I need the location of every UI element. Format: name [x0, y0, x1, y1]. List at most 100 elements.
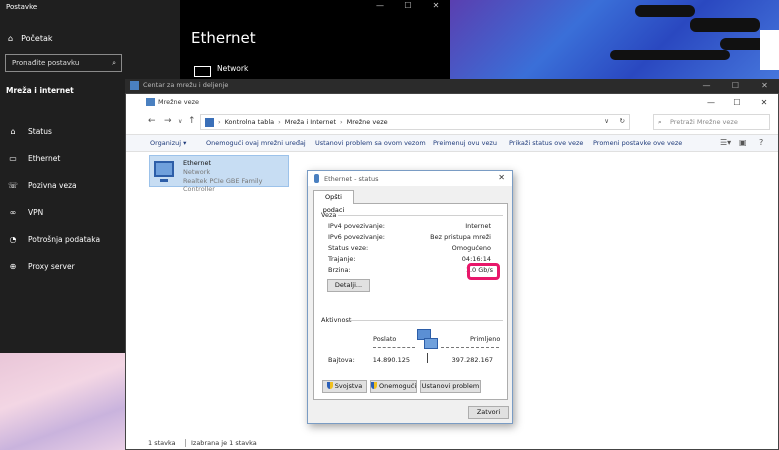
- properties-button[interactable]: Svojstva: [322, 380, 367, 393]
- breadcrumb-item[interactable]: Mrežne veze: [347, 118, 388, 126]
- shield-icon: [326, 382, 333, 389]
- ipv6-label: IPv6 povezivanje:: [328, 233, 385, 241]
- maximize-button[interactable]: ☐: [394, 0, 422, 12]
- minimize-button[interactable]: —: [366, 0, 394, 12]
- preview-pane-icon[interactable]: ▣: [739, 138, 747, 147]
- redaction-scribble: [635, 5, 695, 17]
- ethernet-adapter-item[interactable]: Ethernet Network Realtek PCIe GBE Family…: [149, 155, 289, 193]
- network-center-window: Centar za mrežu i deljenje — ☐ ✕: [125, 79, 779, 93]
- close-button[interactable]: Zatvori: [468, 406, 509, 419]
- breadcrumb-item[interactable]: Mreža i Internet: [285, 118, 336, 126]
- ethernet-plug-icon: [314, 174, 319, 183]
- divider: [338, 215, 503, 216]
- divider: [350, 320, 503, 321]
- sidebar-item-label: Ethernet: [28, 154, 61, 163]
- organize-button[interactable]: Organizuj ▾: [150, 139, 186, 147]
- chevron-down-icon[interactable]: ∨: [178, 118, 182, 125]
- globe-icon: ⊕: [9, 262, 17, 271]
- details-button[interactable]: Detalji...: [327, 279, 370, 292]
- item-count: 1 stavka: [148, 439, 176, 447]
- sidebar-item-vpn[interactable]: ∞ VPN: [8, 199, 100, 226]
- data-usage-icon: ◔: [9, 235, 17, 244]
- chevron-right-icon: ›: [278, 118, 281, 126]
- settings-search-input[interactable]: Pronađite postavku ⌕: [5, 54, 122, 72]
- button-label: Svojstva: [334, 382, 363, 390]
- disable-device-button[interactable]: Onemogući ovaj mrežni uređaj: [206, 139, 306, 147]
- chevron-down-icon[interactable]: ∨: [604, 117, 609, 125]
- close-button[interactable]: ✕: [750, 79, 779, 93]
- ethernet-settings-window: — ☐ ✕ Ethernet Network: [180, 0, 450, 80]
- help-icon[interactable]: ?: [759, 138, 763, 147]
- search-icon: ⌕: [112, 59, 116, 67]
- search-placeholder: Pronađite postavku: [12, 59, 80, 67]
- breadcrumb-item[interactable]: Kontrolna tabla: [225, 118, 275, 126]
- sidebar-item-label: Proxy server: [28, 262, 75, 271]
- minimize-button[interactable]: —: [692, 79, 721, 93]
- maximize-button[interactable]: ☐: [721, 79, 750, 93]
- command-bar: Organizuj ▾ Onemogući ovaj mrežni uređaj…: [126, 134, 778, 152]
- received-label: Primljeno: [470, 335, 501, 343]
- shield-icon: [371, 382, 377, 389]
- network-item[interactable]: Network: [194, 64, 248, 77]
- button-label: Onemogući: [379, 382, 417, 390]
- window-caption-buttons: — ☐ ✕: [366, 0, 450, 12]
- close-button[interactable]: ✕: [750, 94, 778, 111]
- up-arrow-icon[interactable]: ↑: [188, 116, 196, 126]
- sidebar-item-label: Potrošnja podataka: [28, 235, 101, 244]
- vpn-icon: ∞: [9, 208, 17, 217]
- ethernet-icon: ▭: [9, 154, 17, 163]
- minimize-button[interactable]: —: [698, 94, 724, 111]
- rename-button[interactable]: Preimenuj ovu vezu: [433, 139, 497, 147]
- monitor-icon: [194, 66, 211, 77]
- network-adapter-icon: [154, 161, 174, 182]
- sidebar-item-ethernet[interactable]: ▭ Ethernet: [8, 145, 100, 172]
- desktop-icon: [760, 30, 779, 70]
- title-bar: Mrežne veze — ☐ ✕: [126, 94, 778, 111]
- sidebar-item-dialup[interactable]: ☏ Pozivna veza: [8, 172, 100, 199]
- back-arrow-icon[interactable]: ←: [148, 116, 156, 126]
- home-status-icon: ⌂: [10, 127, 16, 136]
- view-options-icon[interactable]: ☰▾: [720, 138, 731, 147]
- maximize-button[interactable]: ☐: [724, 94, 750, 111]
- dialog-title-bar: Ethernet - status ✕: [308, 171, 512, 186]
- close-icon[interactable]: ✕: [498, 173, 505, 182]
- sent-label: Poslato: [373, 335, 397, 343]
- speed-label: Brzina:: [328, 266, 351, 274]
- close-button[interactable]: ✕: [422, 0, 450, 12]
- speed-highlight-annotation: [467, 263, 500, 280]
- window-caption-buttons: — ☐ ✕: [698, 94, 778, 111]
- forward-arrow-icon[interactable]: →: [164, 116, 172, 126]
- sidebar-item-data-usage[interactable]: ◔ Potrošnja podataka: [8, 226, 101, 253]
- chevron-right-icon: ›: [340, 118, 343, 126]
- redaction-scribble: [690, 18, 760, 32]
- divider: [441, 347, 499, 348]
- redaction-scribble: [610, 50, 730, 60]
- ipv4-label: IPv4 povezivanje:: [328, 222, 385, 230]
- diagnose-button[interactable]: Ustanovi problem: [420, 380, 481, 393]
- ipv6-value: Bez pristupa mreži: [430, 233, 491, 241]
- window-caption-buttons: — ☐ ✕: [692, 79, 779, 93]
- disable-button[interactable]: Onemogući: [370, 380, 417, 393]
- explorer-search-input[interactable]: ⌕ Pretraži Mrežne veze: [653, 114, 770, 130]
- sidebar-item-proxy[interactable]: ⊕ Proxy server: [8, 253, 100, 280]
- ipv4-value: Internet: [465, 222, 491, 230]
- network-connections-icon: [146, 98, 155, 106]
- selected-count: Izabrana je 1 stavka: [191, 439, 257, 447]
- settings-nav: ⌂ Status ▭ Ethernet ☏ Pozivna veza ∞ VPN…: [8, 118, 100, 280]
- tab-general[interactable]: Opšti podaci: [313, 190, 354, 214]
- view-status-button[interactable]: Prikaži status ove veze: [509, 139, 583, 147]
- status-bar: 1 stavka Izabrana je 1 stavka: [126, 437, 778, 449]
- home-nav-item[interactable]: ⌂ Početak: [8, 34, 53, 43]
- duration-value: 04:16:14: [461, 255, 491, 263]
- network-center-icon: [130, 81, 139, 90]
- divider: [185, 439, 186, 447]
- network-label: Network: [217, 64, 249, 73]
- change-settings-button[interactable]: Promeni postavke ove veze: [593, 139, 682, 147]
- section-heading: Mreža i internet: [6, 86, 74, 95]
- refresh-icon[interactable]: ↻: [620, 117, 625, 125]
- breadcrumb[interactable]: › Kontrolna tabla › Mreža i Internet › M…: [200, 114, 630, 130]
- diagnose-button[interactable]: Ustanovi problem sa ovom vezom: [315, 139, 426, 147]
- home-label: Početak: [21, 34, 53, 43]
- adapter-name: Ethernet: [183, 159, 211, 167]
- sidebar-item-status[interactable]: ⌂ Status: [8, 118, 100, 145]
